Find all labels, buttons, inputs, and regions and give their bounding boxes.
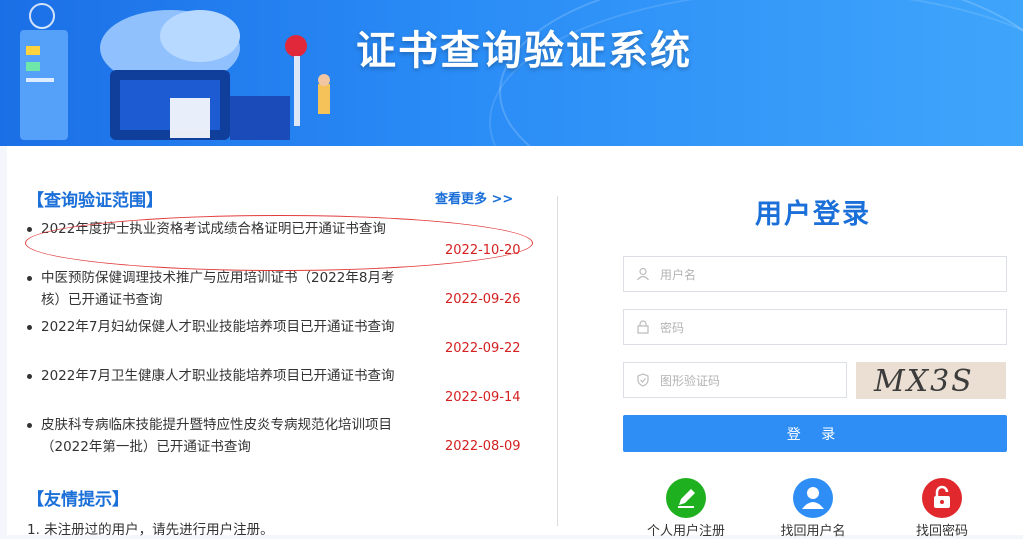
tips-title: 【友情提示】 xyxy=(27,490,129,510)
news-item[interactable]: 皮肤科专病临床技能提升暨特应性皮炎专病规范化培训项目（2022年第一批）已开通证… xyxy=(27,414,527,463)
password-input[interactable] xyxy=(658,310,992,346)
shield-check-icon xyxy=(637,373,649,387)
news-date: 2022-09-22 xyxy=(445,341,521,356)
main-card: 【查询验证范围】 查看更多 >> 2022年度护士执业资格考试成绩合格证明已开通… xyxy=(7,146,1023,539)
news-date: 2022-08-09 xyxy=(445,439,521,454)
tip-line: 1. 未注册过的用户，请先进行用户注册。 xyxy=(27,522,274,538)
bullet xyxy=(27,325,32,330)
banner-illustration xyxy=(20,3,330,140)
login-title: 用户登录 xyxy=(755,199,871,230)
register-label[interactable]: 个人用户注册 xyxy=(631,520,741,539)
news-title[interactable]: 皮肤科专病临床技能提升暨特应性皮炎专病规范化培训项目（2022年第一批）已开通证… xyxy=(41,414,401,458)
captcha-field[interactable] xyxy=(623,362,847,399)
captcha-image[interactable]: MX3S xyxy=(856,362,1006,399)
news-title[interactable]: 中医预防保健调理技术推广与应用培训证书（2022年8月考核）已开通证书查询 xyxy=(41,267,401,311)
recover-username-label[interactable]: 找回用户名 xyxy=(758,520,868,539)
bullet xyxy=(27,423,32,428)
username-field[interactable] xyxy=(623,256,1007,293)
scope-title: 【查询验证范围】 xyxy=(27,191,163,211)
password-field[interactable] xyxy=(623,309,1007,346)
register-action[interactable]: 个人用户注册 xyxy=(631,478,741,539)
highlight-annotation xyxy=(25,215,533,271)
captcha-input[interactable] xyxy=(658,363,842,399)
lock-icon[interactable] xyxy=(922,478,962,518)
captcha-text: MX3S xyxy=(874,364,974,399)
pencil-icon[interactable] xyxy=(666,478,706,518)
news-item[interactable]: 中医预防保健调理技术推广与应用培训证书（2022年8月考核）已开通证书查询 20… xyxy=(27,267,527,316)
header-banner: 证书查询验证系统 xyxy=(0,0,1023,146)
page-title: 证书查询验证系统 xyxy=(356,28,692,74)
news-title[interactable]: 2022年7月妇幼保健人才职业技能培养项目已开通证书查询 xyxy=(41,316,401,338)
lock-icon xyxy=(637,320,649,334)
bullet xyxy=(27,374,32,379)
news-date: 2022-09-26 xyxy=(445,292,521,307)
username-input[interactable] xyxy=(658,257,992,293)
user-icon xyxy=(637,267,649,281)
login-button[interactable]: 登 录 xyxy=(623,415,1007,452)
news-title[interactable]: 2022年7月卫生健康人才职业技能培养项目已开通证书查询 xyxy=(41,365,401,387)
recover-password-action[interactable]: 找回密码 xyxy=(887,478,997,539)
recover-password-label[interactable]: 找回密码 xyxy=(887,520,997,539)
recover-username-action[interactable]: 找回用户名 xyxy=(758,478,868,539)
divider xyxy=(557,196,558,526)
news-date: 2022-09-14 xyxy=(445,390,521,405)
user-icon[interactable] xyxy=(793,478,833,518)
more-link[interactable]: 查看更多 >> xyxy=(435,188,513,207)
news-item[interactable]: 2022年7月妇幼保健人才职业技能培养项目已开通证书查询 2022-09-22 xyxy=(27,316,527,365)
news-item[interactable]: 2022年7月卫生健康人才职业技能培养项目已开通证书查询 2022-09-14 xyxy=(27,365,527,414)
bullet xyxy=(27,276,32,281)
bullet xyxy=(27,227,32,232)
